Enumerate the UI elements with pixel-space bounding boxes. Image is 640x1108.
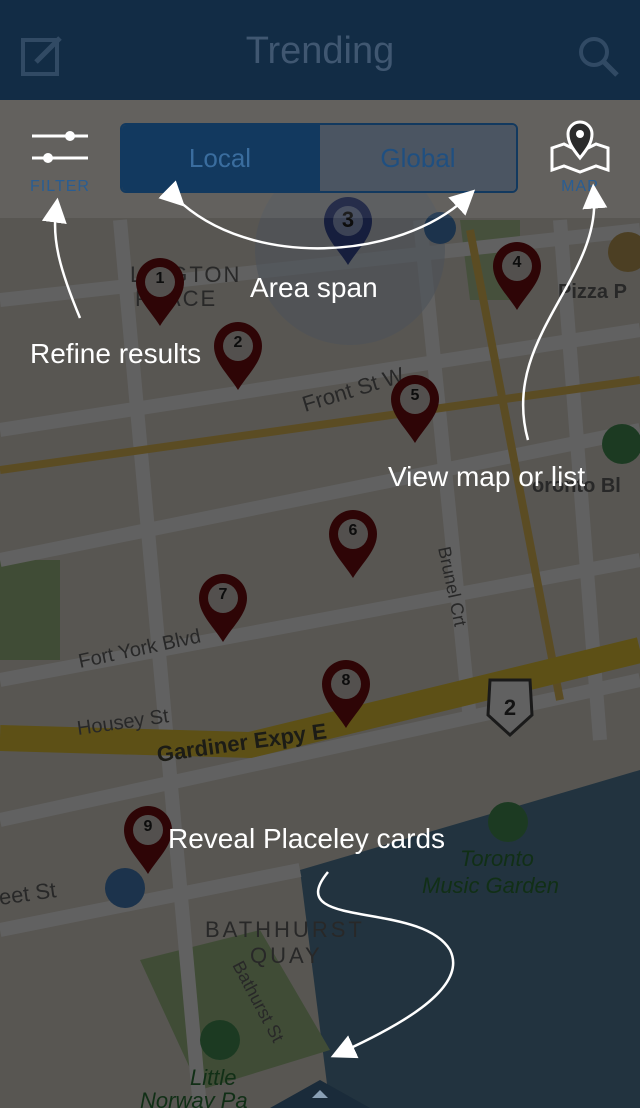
caption-reveal-cards: Reveal Placeley cards bbox=[168, 823, 446, 854]
view-map-arrow bbox=[521, 183, 608, 441]
app-screen: 2 LINGTON PLACE Front St W Fort York Blv… bbox=[0, 0, 640, 1108]
area-span-arrow bbox=[158, 180, 476, 250]
caption-view-map: View map or list bbox=[388, 461, 586, 492]
caption-refine-results: Refine results bbox=[30, 338, 202, 369]
reveal-cards-arrow bbox=[317, 871, 455, 1059]
refine-results-arrow bbox=[41, 197, 82, 319]
caption-area-span: Area span bbox=[250, 272, 378, 303]
coachmark-arrows bbox=[41, 180, 608, 1108]
